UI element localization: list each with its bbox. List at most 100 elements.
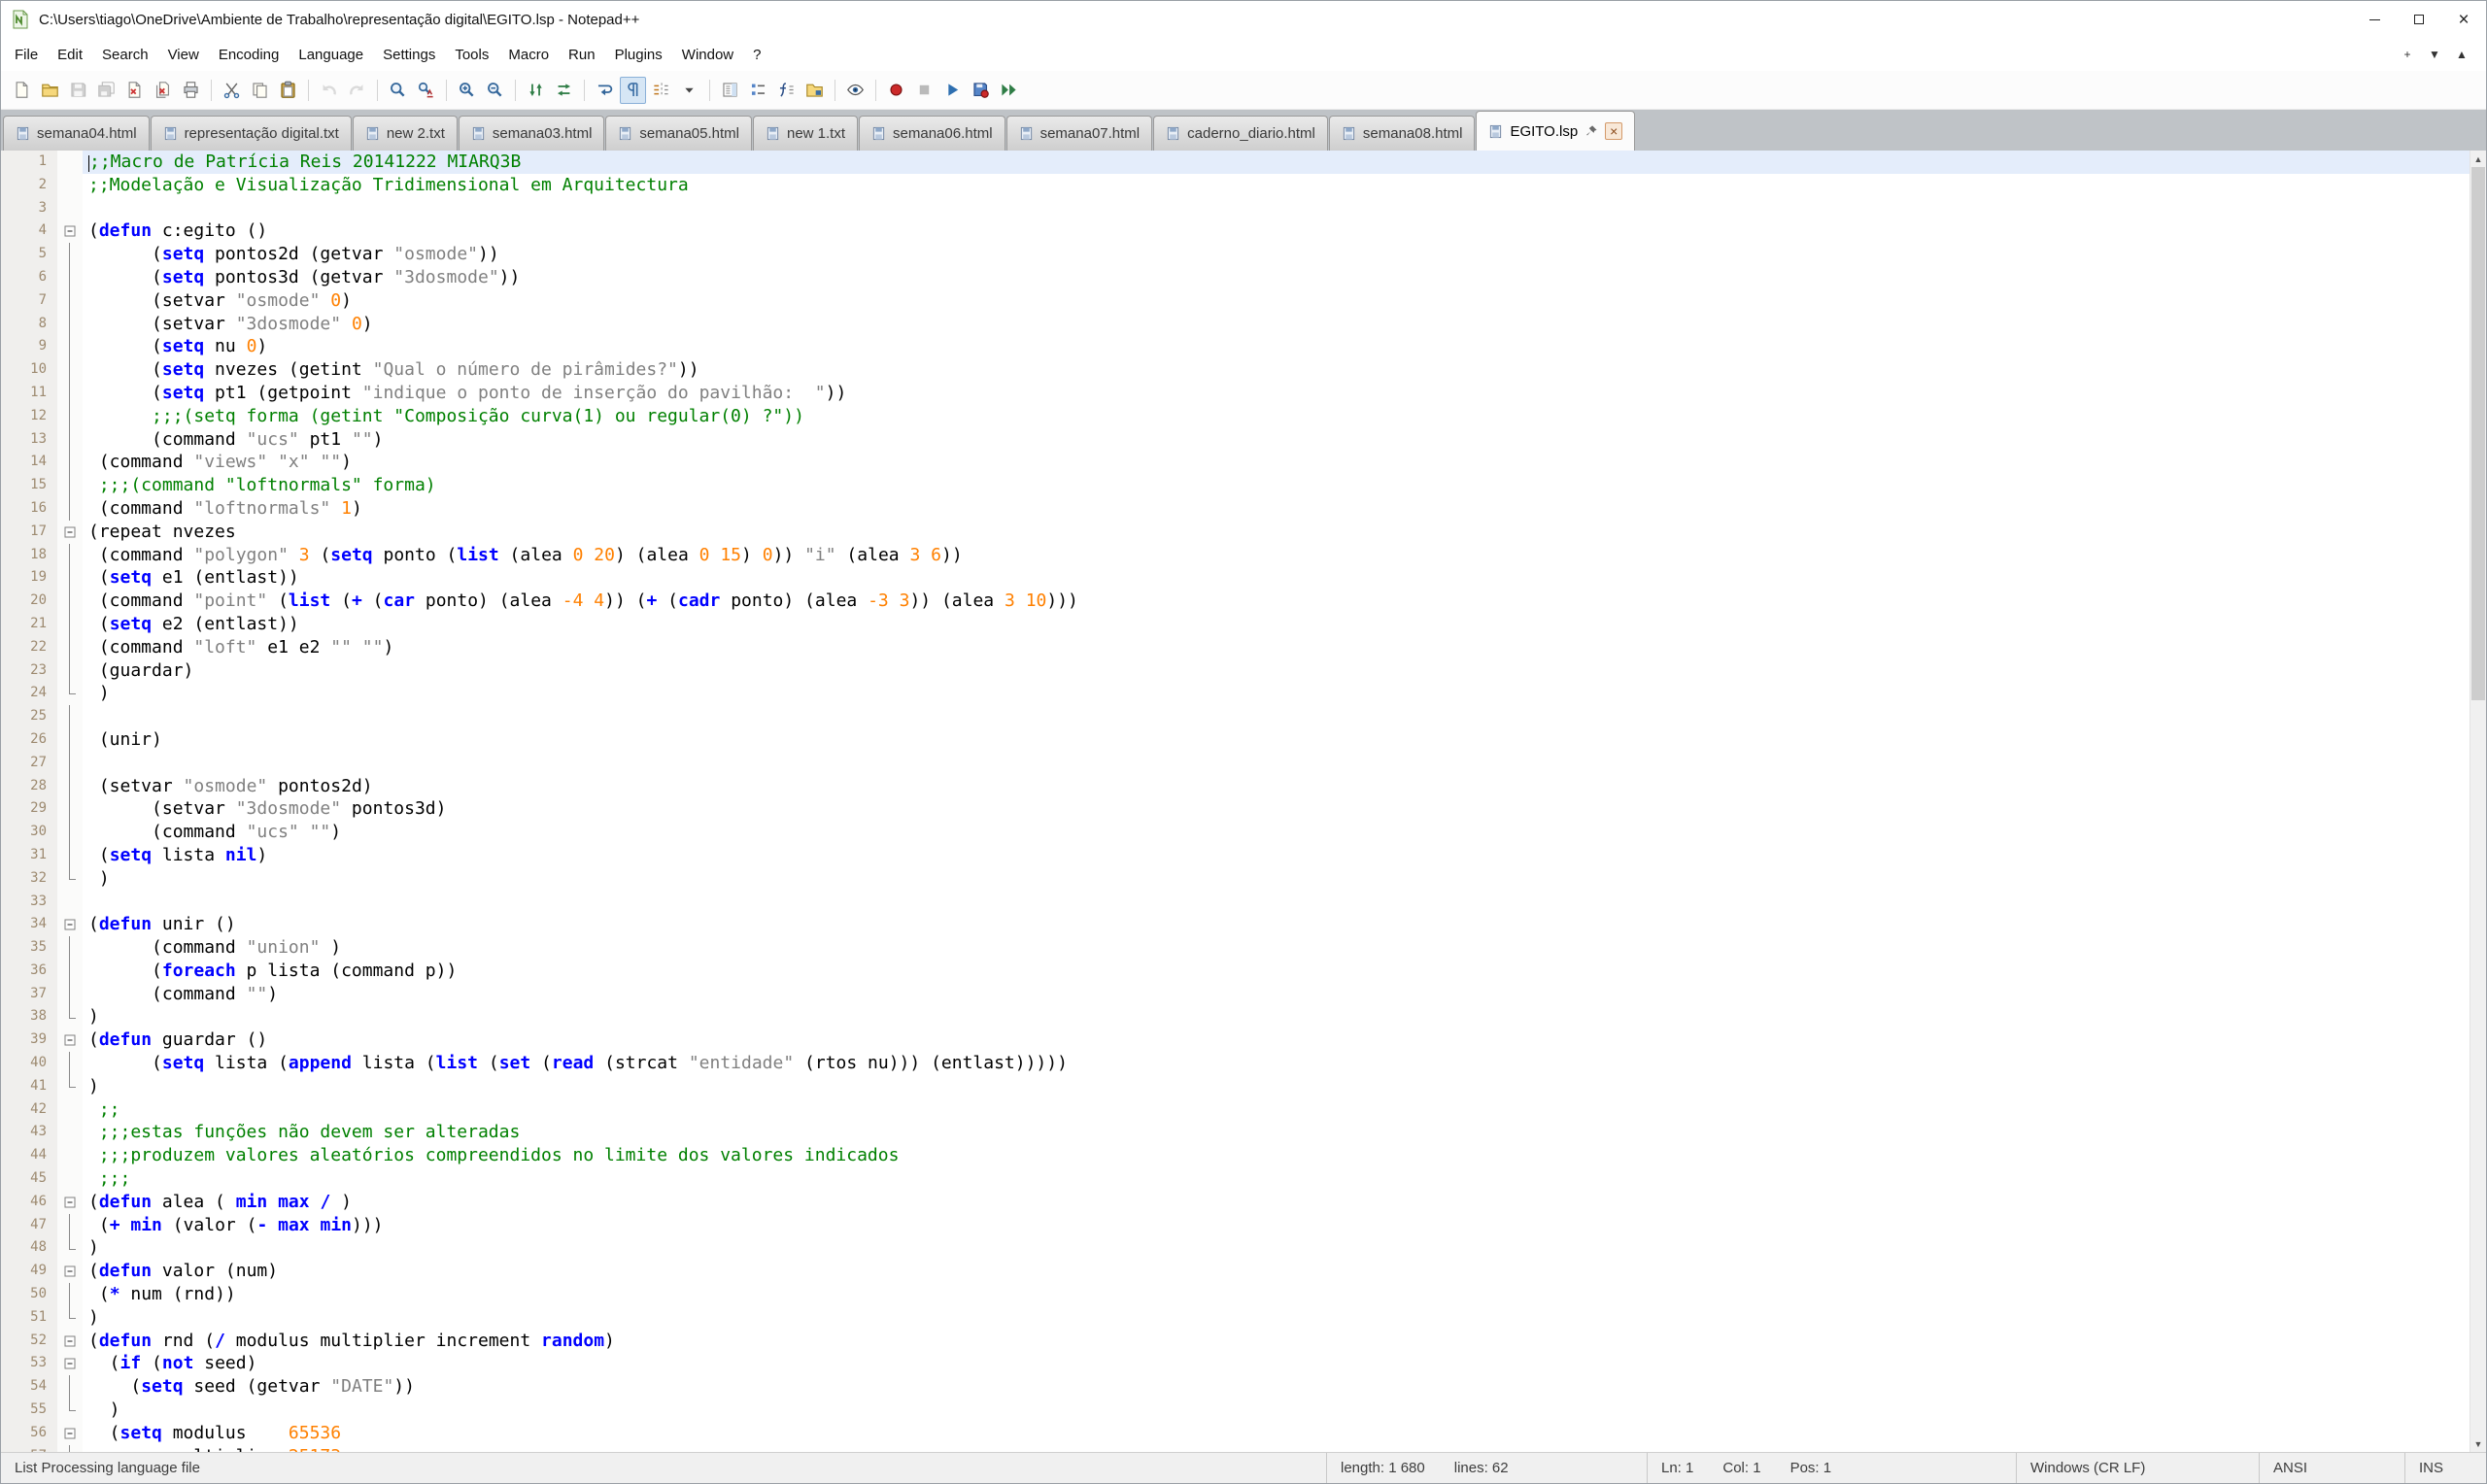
minimize-button[interactable]	[2352, 1, 2397, 38]
scroll-down-button[interactable]: ▼	[2470, 1435, 2486, 1452]
tab-semana08-html[interactable]: semana08.html	[1329, 116, 1476, 151]
fold-margin[interactable]	[57, 1191, 83, 1214]
tab-close-icon[interactable]: ×	[1605, 122, 1622, 140]
editor-line[interactable]: 6 (setq pontos3d (getvar "3dosmode"))	[1, 266, 2470, 289]
editor-line[interactable]: 46(defun alea ( min max / )	[1, 1191, 2470, 1214]
editor-line[interactable]: 14 (command "views" "x" "")	[1, 451, 2470, 474]
menu-item-search[interactable]: Search	[92, 41, 158, 69]
tab-egito-lsp[interactable]: EGITO.lsp×	[1476, 111, 1635, 151]
show-indent-guide-button[interactable]	[648, 77, 674, 104]
menu-item-run[interactable]: Run	[559, 41, 605, 69]
new-tab-button[interactable]: +	[2395, 43, 2420, 66]
editor-line[interactable]: 21 (setq e2 (entlast))	[1, 613, 2470, 636]
fold-margin[interactable]	[57, 1029, 83, 1052]
menu-item-window[interactable]: Window	[672, 41, 743, 69]
menu-item-macro[interactable]: Macro	[498, 41, 559, 69]
tab-new-1-txt[interactable]: new 1.txt	[753, 116, 858, 151]
editor-line[interactable]: 8 (setvar "3dosmode" 0)	[1, 313, 2470, 336]
fold-margin[interactable]	[57, 1352, 83, 1375]
sync-vertical-button[interactable]	[523, 77, 549, 104]
editor-line[interactable]: 39(defun guardar ()	[1, 1029, 2470, 1052]
menu-item-encoding[interactable]: Encoding	[209, 41, 290, 69]
editor-line[interactable]: 3	[1, 197, 2470, 220]
editor-line[interactable]: 29 (setvar "3dosmode" pontos3d)	[1, 797, 2470, 821]
copy-button[interactable]	[247, 77, 273, 104]
editor-line[interactable]: 45 ;;;	[1, 1167, 2470, 1191]
editor-line[interactable]: 49(defun valor (num)	[1, 1260, 2470, 1283]
editor-line[interactable]: 34(defun unir ()	[1, 913, 2470, 936]
new-file-button[interactable]	[9, 77, 35, 104]
open-file-button[interactable]	[37, 77, 63, 104]
editor-line[interactable]: 57 multiplier 25173	[1, 1445, 2470, 1452]
editor-line[interactable]: 17(repeat nvezes	[1, 521, 2470, 544]
monitoring-button[interactable]	[842, 77, 869, 104]
editor-line[interactable]: 24 )	[1, 682, 2470, 705]
editor-line[interactable]: 53 (if (not seed)	[1, 1352, 2470, 1375]
vertical-scrollbar[interactable]: ▲ ▼	[2470, 151, 2486, 1452]
tab-representa-o-digital-txt[interactable]: representação digital.txt	[151, 116, 352, 151]
editor-line[interactable]: 30 (command "ucs" "")	[1, 821, 2470, 844]
toolbar-dropdown-button[interactable]	[676, 77, 702, 104]
macro-record-button[interactable]	[883, 77, 909, 104]
tab-scroll-button[interactable]: ▲	[2449, 43, 2474, 66]
macro-playback-button[interactable]	[939, 77, 966, 104]
editor-line[interactable]: 37 (command "")	[1, 983, 2470, 1006]
editor-line[interactable]: 52(defun rnd (/ modulus multiplier incre…	[1, 1330, 2470, 1353]
status-eol-format[interactable]: Windows (CR LF)	[2016, 1453, 2259, 1483]
fold-collapse-icon[interactable]	[65, 920, 76, 930]
editor-line[interactable]: 36 (foreach p lista (command p))	[1, 960, 2470, 983]
editor-line[interactable]: 51)	[1, 1306, 2470, 1330]
menu-item-help[interactable]: ?	[743, 41, 770, 69]
editor-line[interactable]: 4(defun c:egito ()	[1, 219, 2470, 243]
menu-item-file[interactable]: File	[5, 41, 48, 69]
tab-caderno-diario-html[interactable]: caderno_diario.html	[1153, 116, 1328, 151]
menu-item-view[interactable]: View	[158, 41, 209, 69]
scrollbar-track[interactable]	[2470, 167, 2486, 1435]
editor-line[interactable]: 26 (unir)	[1, 728, 2470, 752]
tab-semana06-html[interactable]: semana06.html	[859, 116, 1005, 151]
editor-line[interactable]: 28 (setvar "osmode" pontos2d)	[1, 775, 2470, 798]
editor-line[interactable]: 32 )	[1, 867, 2470, 891]
document-list-button[interactable]	[745, 77, 771, 104]
fold-collapse-icon[interactable]	[65, 1035, 76, 1046]
fold-collapse-icon[interactable]	[65, 226, 76, 237]
fold-collapse-icon[interactable]	[65, 526, 76, 537]
editor-line[interactable]: 33	[1, 891, 2470, 914]
editor-line[interactable]: 9 (setq nu 0)	[1, 335, 2470, 358]
editor-line[interactable]: 55 )	[1, 1399, 2470, 1422]
print-button[interactable]	[178, 77, 204, 104]
scrollbar-thumb[interactable]	[2471, 167, 2485, 700]
tab-semana04-html[interactable]: semana04.html	[3, 116, 150, 151]
tab-list-button[interactable]: ▼	[2422, 43, 2447, 66]
document-map-button[interactable]	[717, 77, 743, 104]
fold-margin[interactable]	[57, 219, 83, 243]
tab-new-2-txt[interactable]: new 2.txt	[353, 116, 458, 151]
macro-run-multiple-button[interactable]	[996, 77, 1022, 104]
menu-item-tools[interactable]: Tools	[445, 41, 498, 69]
editor-line[interactable]: 54 (setq seed (getvar "DATE"))	[1, 1375, 2470, 1399]
editor-line[interactable]: 12 ;;;(setq forma (getint "Composição cu…	[1, 405, 2470, 428]
editor-line[interactable]: 11 (setq pt1 (getpoint "indique o ponto …	[1, 382, 2470, 405]
editor-line[interactable]: 25	[1, 705, 2470, 728]
find-button[interactable]	[385, 77, 411, 104]
menu-item-edit[interactable]: Edit	[48, 41, 92, 69]
editor-line[interactable]: 5 (setq pontos2d (getvar "osmode"))	[1, 243, 2470, 266]
paste-button[interactable]	[275, 77, 301, 104]
editor-line[interactable]: 43 ;;;estas funções não devem ser altera…	[1, 1121, 2470, 1144]
editor-line[interactable]: 48)	[1, 1236, 2470, 1260]
maximize-button[interactable]	[2397, 1, 2441, 38]
editor-line[interactable]: 31 (setq lista nil)	[1, 844, 2470, 867]
editor-line[interactable]: 42 ;;	[1, 1098, 2470, 1122]
macro-save-button[interactable]	[968, 77, 994, 104]
editor-line[interactable]: 2;;Modelação e Visualização Tridimension…	[1, 174, 2470, 197]
fold-margin[interactable]	[57, 1422, 83, 1445]
editor-line[interactable]: 15 ;;;(command "loftnormals" forma)	[1, 474, 2470, 497]
editor-line[interactable]: 47 (+ min (valor (- max min)))	[1, 1214, 2470, 1237]
editor-line[interactable]: 7 (setvar "osmode" 0)	[1, 289, 2470, 313]
editor-line[interactable]: 38)	[1, 1005, 2470, 1029]
editor-line[interactable]: 23 (guardar)	[1, 659, 2470, 683]
fold-collapse-icon[interactable]	[65, 1197, 76, 1207]
close-button[interactable]	[121, 77, 148, 104]
code-area[interactable]: 1;;Macro de Patrícia Reis 20141222 MIARQ…	[1, 151, 2470, 1452]
fold-margin[interactable]	[57, 1260, 83, 1283]
